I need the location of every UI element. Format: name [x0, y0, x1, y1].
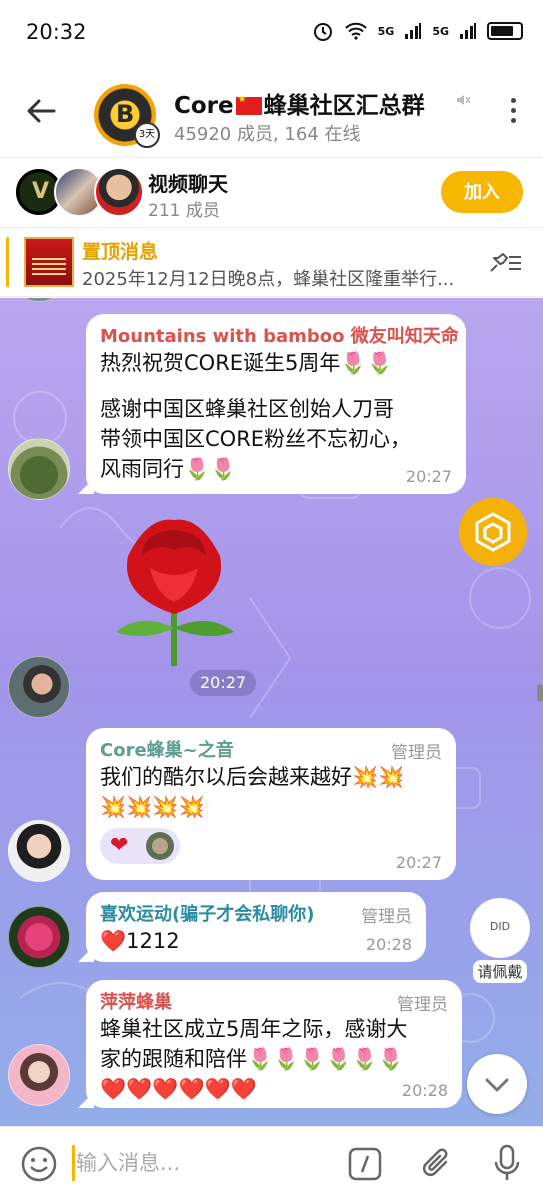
- admin-label: 管理员: [397, 995, 448, 1015]
- reactor-avatar: [146, 832, 174, 860]
- battery-icon: [487, 22, 523, 40]
- video-participant-avatar: [94, 167, 144, 217]
- more-vertical-icon[interactable]: [509, 98, 517, 128]
- reactions: ❤: [100, 828, 442, 864]
- message-bubble[interactable]: Mountains with bamboo 微友叫知天命 热烈祝贺CORE诞生5…: [78, 314, 466, 494]
- message-text: 我们的酷尔以后会越来越好💥💥 💥💥💥💥: [100, 765, 405, 819]
- did-label: 请佩戴: [473, 960, 527, 983]
- video-chat-title: 视频聊天: [148, 172, 228, 196]
- rose-sticker[interactable]: [108, 516, 244, 666]
- attach-icon[interactable]: [420, 1145, 454, 1183]
- unpin-list-icon[interactable]: [487, 249, 523, 275]
- signal-5g-label: 5G: [377, 24, 395, 38]
- video-chat-count: 211 成员: [148, 201, 220, 221]
- admin-label: 管理员: [361, 907, 412, 927]
- signal-icon-2: [460, 23, 476, 39]
- group-title-suffix: 蜂巢社区汇总群: [263, 93, 425, 119]
- group-member-count: 45920 成员, 164 在线: [174, 124, 361, 145]
- signal-5g-label-2: 5G: [432, 24, 449, 38]
- group-title[interactable]: Core 蜂巢社区汇总群: [174, 86, 425, 120]
- microphone-icon[interactable]: [492, 1143, 522, 1183]
- chat-area[interactable]: Mountains with bamboo 微友叫知天命 热烈祝贺CORE诞生5…: [0, 298, 543, 1126]
- message-input-bar: [0, 1126, 543, 1200]
- reaction-pill[interactable]: ❤: [100, 828, 180, 864]
- wifi-icon: [344, 22, 367, 40]
- message-input[interactable]: [76, 1143, 326, 1183]
- status-time: 20:32: [26, 20, 87, 44]
- message-sender[interactable]: 萍萍蜂巢: [100, 988, 448, 1014]
- emoji-icon[interactable]: [20, 1145, 58, 1183]
- message-bubble[interactable]: 萍萍蜂巢 管理员 蜂巢社区成立5周年之际，感谢大 家的跟随和陪伴🌷🌷🌷🌷🌷🌷 ❤…: [78, 980, 462, 1108]
- message-time: 20:27: [395, 853, 442, 872]
- heart-reaction-icon: ❤: [110, 833, 129, 858]
- mute-icon: [457, 95, 471, 105]
- message-time: 20:27: [405, 467, 452, 486]
- message-bubble[interactable]: 喜欢运动(骗子才会私聊你) 管理员 ❤️1212 20:28: [78, 892, 426, 962]
- did-badge-text: DID: [489, 920, 511, 933]
- message-text: 蜂巢社区成立5周年之际，感谢大 家的跟随和陪伴🌷🌷🌷🌷🌷🌷 ❤️❤️❤️❤️❤️…: [100, 1017, 408, 1101]
- pinned-thumbnail: [24, 237, 74, 287]
- china-flag-icon: [235, 94, 262, 115]
- alarm-icon: [313, 23, 332, 41]
- avatar-days-badge: 3天: [134, 122, 160, 148]
- pinned-message-bar[interactable]: 置顶消息 2025年12月12日晚8点，蜂巢社区隆重举行...: [0, 229, 543, 297]
- chat-header: 3天 Core 蜂巢社区汇总群 45920 成员, 164 在线: [0, 70, 543, 158]
- signal-icon: [405, 23, 422, 39]
- scroll-handle[interactable]: [537, 684, 543, 702]
- pinned-text: 2025年12月12日晚8点，蜂巢社区隆重举行...: [82, 269, 455, 290]
- group-title-prefix: Core: [174, 93, 234, 119]
- message-time: 20:28: [365, 935, 412, 954]
- avatar[interactable]: [8, 820, 70, 882]
- sticker-time: 20:27: [190, 670, 257, 696]
- message-bubble[interactable]: Core蜂巢~之音 管理员 我们的酷尔以后会越来越好💥💥 💥💥💥💥 ❤ 20:2…: [86, 728, 456, 880]
- avatar[interactable]: [8, 656, 70, 718]
- status-icons: 5G 5G: [312, 20, 523, 42]
- did-heart-icon: DID: [470, 898, 530, 958]
- message-time: 20:28: [401, 1081, 448, 1100]
- pinned-title: 置顶消息: [82, 241, 159, 263]
- back-arrow-icon[interactable]: [24, 94, 58, 128]
- video-chat-bar[interactable]: 视频聊天 211 成员 加入: [0, 158, 543, 228]
- text-cursor: [72, 1145, 75, 1181]
- command-icon[interactable]: [348, 1147, 382, 1181]
- join-video-button[interactable]: 加入: [441, 171, 523, 213]
- admin-label: 管理员: [391, 743, 442, 763]
- status-bar: 20:32 5G 5G: [0, 0, 543, 70]
- avatar[interactable]: [8, 1044, 70, 1106]
- bnb-cube-icon[interactable]: [459, 498, 527, 566]
- avatar[interactable]: [8, 906, 70, 968]
- chevron-down-icon: [485, 1078, 509, 1092]
- avatar[interactable]: [8, 438, 70, 500]
- message-sender[interactable]: Mountains with bamboo 微友叫知天命: [100, 322, 459, 348]
- message-text: 热烈祝贺CORE诞生5周年🌷🌷 感谢中国区蜂巢社区创始人刀哥 带领中国区CORE…: [100, 351, 412, 481]
- scroll-down-button[interactable]: [467, 1054, 527, 1114]
- pin-indicator: [6, 237, 9, 287]
- did-badge-widget[interactable]: DID 请佩戴: [465, 898, 535, 988]
